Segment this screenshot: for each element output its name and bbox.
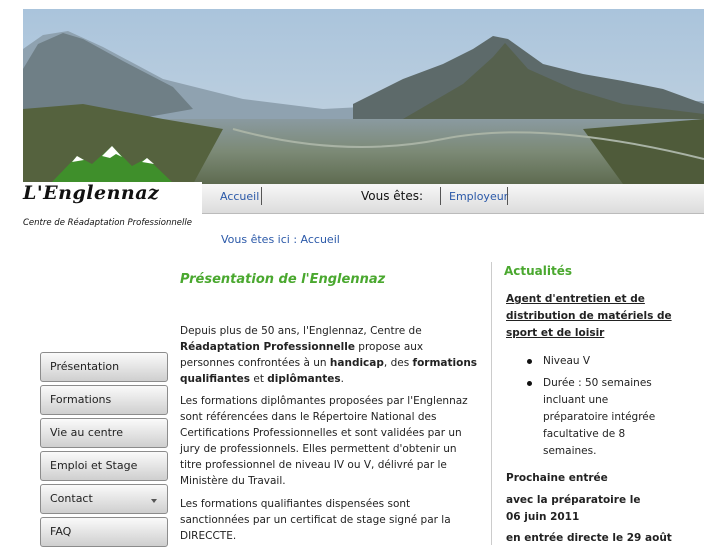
sidebar-item-label: Emploi et Stage [50,459,138,472]
sidebar-item-formations[interactable]: Formations [40,385,168,415]
nav-separator [261,187,262,205]
column-divider [491,262,492,545]
sidebar-menu: Présentation Formations Vie au centre Em… [40,352,168,550]
breadcrumb[interactable]: Vous êtes ici : Accueil [221,233,340,246]
text-run: et [250,373,268,385]
news-heading: Actualités [504,264,573,278]
bold-text: Réadaptation Professionnelle [180,341,355,353]
qualification-paragraph: Les formations qualifiantes dispensées s… [180,498,451,542]
nav-separator [440,187,441,205]
diploma-paragraph: Les formations diplômantes proposées par… [180,395,468,487]
text-run: Depuis plus de 50 ans, l'Englennaz, Cent… [180,325,422,337]
list-item-text: Niveau V [543,355,591,367]
chevron-down-icon [151,499,157,503]
main-content: Présentation de l'Englennaz Depuis plus … [180,272,480,542]
sidebar-item-vie-au-centre[interactable]: Vie au centre [40,418,168,448]
entry-direct: en entrée directe le 29 août [506,532,672,544]
bullet-icon [527,381,532,386]
intro-paragraph: Depuis plus de 50 ans, l'Englennaz, Cent… [180,323,480,387]
sidebar-item-faq[interactable]: FAQ [40,517,168,547]
sidebar-item-label: Contact [50,492,93,505]
sidebar-item-label: Présentation [50,360,120,373]
site-logo[interactable]: L'Englennaz Centre de Réadaptation Profe… [22,142,202,234]
logo-title: L'Englennaz [23,182,160,204]
entry-with-prep: avec la préparatoire le 06 juin 2011 [506,494,641,523]
top-navbar: Accueil Vous êtes: Employeur [202,184,704,214]
sidebar-item-presentation[interactable]: Présentation [40,352,168,382]
nav-separator [507,187,508,205]
next-entry-heading: Prochaine entrée [506,472,608,484]
sidebar-item-label: Vie au centre [50,426,123,439]
logo-subtitle: Centre de Réadaptation Professionnelle [23,218,192,228]
bold-text: diplômantes [267,373,341,385]
nav-you-are-label: Vous êtes: [361,189,424,203]
bullet-icon [527,359,532,364]
nav-employer-link[interactable]: Employeur [449,190,508,203]
list-item: Durée : 50 semaines incluant une prépara… [527,375,667,460]
page-title: Présentation de l'Englennaz [180,272,386,287]
text-run: . [340,373,344,385]
list-item: Niveau V [527,353,667,370]
sidebar-item-label: FAQ [50,525,72,538]
sidebar-item-label: Formations [50,393,112,406]
mountain-logo-icon [22,146,202,187]
text-run: , des [383,357,413,369]
list-item-text: Durée : 50 semaines incluant une prépara… [543,377,656,457]
bold-text: handicap [329,357,384,369]
nav-home-link[interactable]: Accueil [220,190,259,203]
news-details-list: Niveau V Durée : 50 semaines incluant un… [527,353,667,465]
news-item-link[interactable]: Agent d'entretien et de distribution de … [506,291,681,342]
sidebar-item-contact[interactable]: Contact [40,484,168,514]
sidebar-item-emploi-et-stage[interactable]: Emploi et Stage [40,451,168,481]
